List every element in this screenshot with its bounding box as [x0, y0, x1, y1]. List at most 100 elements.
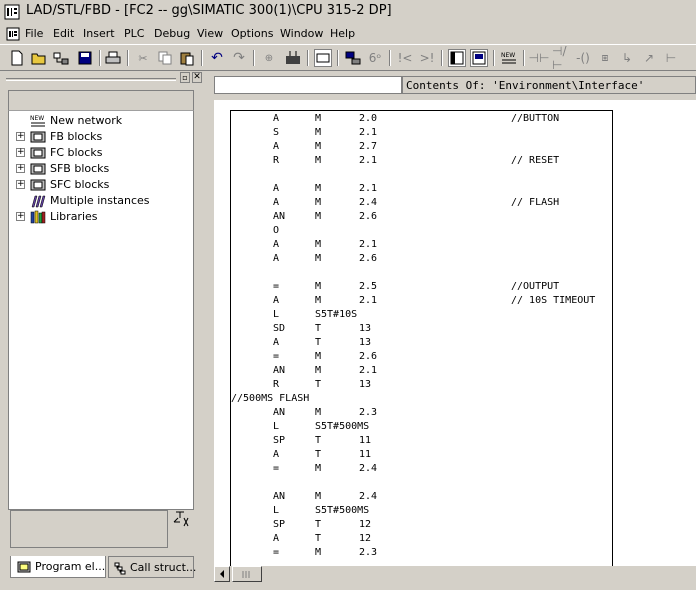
code-line[interactable]: A M 2.6 — [231, 253, 611, 267]
new-network-icon[interactable]: NEW — [500, 49, 518, 67]
libraries-icon — [30, 210, 46, 224]
tree-item-sfc-blocks[interactable]: + SFC blocks — [9, 177, 193, 193]
close-icon[interactable]: ✕ — [192, 72, 202, 83]
overview-icon[interactable] — [314, 49, 332, 67]
code-line[interactable]: AN M 2.6 — [231, 211, 611, 225]
code-line[interactable]: R T 13 — [231, 379, 611, 393]
code-line[interactable]: R M 2.1 // RESET — [231, 155, 611, 169]
download-icon[interactable]: ⊕ — [260, 49, 278, 67]
cut-icon[interactable]: ✂ — [134, 49, 152, 67]
code-line[interactable]: AN M 2.4 — [231, 491, 611, 505]
horizontal-scrollbar[interactable] — [214, 566, 696, 582]
tree-item-fc-blocks[interactable]: + FC blocks — [9, 145, 193, 161]
expand-icon[interactable]: + — [16, 180, 25, 189]
close-branch-icon[interactable]: >! — [418, 49, 436, 67]
declaration-table-blank[interactable] — [214, 76, 402, 94]
code-line[interactable] — [231, 169, 611, 183]
program-elements-tree[interactable]: NEW New network + FB blocks + FC blocks … — [8, 110, 194, 510]
open-branch-icon[interactable]: !< — [396, 49, 414, 67]
code-line[interactable]: = M 2.4 — [231, 463, 611, 477]
contact-nc-icon[interactable]: ⊣/⊢ — [552, 44, 570, 72]
code-line[interactable] — [231, 477, 611, 491]
code-line[interactable]: = M 2.3 — [231, 547, 611, 561]
tree-item-fb-blocks[interactable]: + FB blocks — [9, 129, 193, 145]
code-line[interactable]: = M 2.6 — [231, 351, 611, 365]
new-icon[interactable] — [8, 49, 26, 67]
copy-icon[interactable] — [156, 49, 174, 67]
expand-icon[interactable]: + — [16, 212, 25, 221]
code-line[interactable]: S M 2.1 — [231, 127, 611, 141]
code-line[interactable]: AN M 2.3 — [231, 407, 611, 421]
code-line[interactable]: A T 12 — [231, 533, 611, 547]
menu-debug[interactable]: Debug — [154, 27, 190, 40]
network-code-box[interactable]: A M 2.0 //BUTTON S M 2.1 A M 2.7 R M 2.1 // RESET A M 2.… — [230, 110, 613, 566]
coil-icon[interactable]: -() — [574, 49, 592, 67]
box-icon[interactable]: ⧆ — [596, 49, 614, 67]
code-line[interactable]: SP T 11 — [231, 435, 611, 449]
accessible-nodes-icon[interactable] — [52, 49, 70, 67]
code-line[interactable]: = M 2.5 //OUTPUT — [231, 281, 611, 295]
code-line[interactable]: A T 11 — [231, 449, 611, 463]
tree-item-sfb-blocks[interactable]: + SFB blocks — [9, 161, 193, 177]
menu-window[interactable]: Window — [280, 27, 323, 40]
insert-element-button[interactable] — [170, 508, 194, 530]
code-line[interactable]: L S5T#500MS — [231, 421, 611, 435]
tab-program-elements[interactable]: Program el... — [10, 556, 106, 578]
code-line[interactable]: A M 2.1 — [231, 239, 611, 253]
document-menu-icon[interactable] — [6, 27, 20, 41]
branch-down-icon[interactable]: ↳ — [618, 49, 636, 67]
code-operand-value: 2.1 — [359, 127, 378, 138]
tree-item-multiple-instances[interactable]: Multiple instances — [9, 193, 193, 209]
code-line[interactable]: SD T 13 — [231, 323, 611, 337]
redo-icon[interactable]: ↷ — [230, 49, 248, 67]
tab-call-structure[interactable]: Call struct... — [108, 556, 196, 578]
code-comment: // RESET — [511, 155, 560, 166]
open-icon[interactable] — [30, 49, 48, 67]
code-line[interactable]: AN M 2.1 — [231, 365, 611, 379]
contact-no-icon[interactable]: ⊣⊢ — [529, 49, 550, 67]
scroll-left-button[interactable] — [214, 566, 230, 582]
stl-editor[interactable]: A M 2.0 //BUTTON S M 2.1 A M 2.7 R M 2.1 // RESET A M 2.… — [214, 100, 696, 566]
tree-item-libraries[interactable]: + Libraries — [9, 209, 193, 225]
code-operation: AN — [273, 491, 286, 502]
code-line[interactable]: A T 13 — [231, 337, 611, 351]
menu-help[interactable]: Help — [330, 27, 355, 40]
paste-icon[interactable] — [178, 49, 196, 67]
menu-file[interactable]: File — [25, 27, 43, 40]
tree-item-new-network[interactable]: NEW New network — [9, 113, 193, 129]
code-operand-value: 2.3 — [359, 407, 378, 418]
upload-icon[interactable] — [284, 49, 302, 67]
code-line[interactable]: L S5T#500MS — [231, 505, 611, 519]
code-line[interactable] — [231, 267, 611, 281]
scroll-thumb[interactable] — [232, 566, 262, 582]
menu-insert[interactable]: Insert — [83, 27, 115, 40]
menu-options[interactable]: Options — [231, 27, 273, 40]
code-line[interactable]: A M 2.0 //BUTTON — [231, 113, 611, 127]
code-line[interactable]: A M 2.1 // 10S TIMEOUT — [231, 295, 611, 309]
menu-edit[interactable]: Edit — [53, 27, 74, 40]
code-line[interactable]: A M 2.1 — [231, 183, 611, 197]
code-line[interactable]: //500MS FLASH — [231, 393, 611, 407]
pane-splitter[interactable] — [203, 72, 211, 590]
code-line[interactable]: O — [231, 225, 611, 239]
print-icon[interactable] — [104, 49, 122, 67]
save-icon[interactable] — [76, 49, 94, 67]
program-elements-icon[interactable] — [448, 49, 466, 67]
monitor-icon[interactable] — [344, 49, 362, 67]
glasses-icon[interactable]: 6ᵒ — [366, 49, 384, 67]
expand-icon[interactable]: + — [16, 148, 25, 157]
code-line[interactable]: A M 2.7 — [231, 141, 611, 155]
branch-close-icon[interactable]: ⊢ — [662, 49, 680, 67]
details-icon[interactable] — [470, 49, 488, 67]
pane-restore-icon[interactable]: ▫ — [180, 72, 190, 83]
menu-plc[interactable]: PLC — [124, 27, 144, 40]
branch-up-icon[interactable]: ↗ — [640, 49, 658, 67]
code-line[interactable]: L S5T#10S — [231, 309, 611, 323]
code-operand-value: 2.3 — [359, 547, 378, 558]
expand-icon[interactable]: + — [16, 164, 25, 173]
code-line[interactable]: SP T 12 — [231, 519, 611, 533]
expand-icon[interactable]: + — [16, 132, 25, 141]
undo-icon[interactable]: ↶ — [208, 49, 226, 67]
code-line[interactable]: A M 2.4 // FLASH — [231, 197, 611, 211]
menu-view[interactable]: View — [197, 27, 223, 40]
